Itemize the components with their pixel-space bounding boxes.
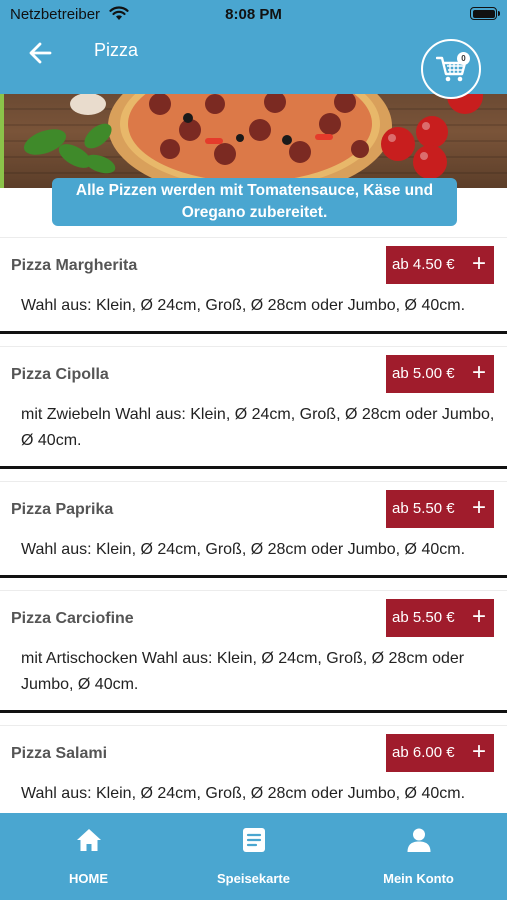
add-to-cart-button[interactable]: ab 5.50 € + — [386, 490, 494, 528]
item-description: Wahl aus: Klein, Ø 24cm, Groß, Ø 28cm od… — [21, 297, 466, 314]
page-title: Pizza — [94, 40, 139, 60]
info-notice-banner: Alle Pizzen werden mit Tomatensauce, Käs… — [52, 178, 457, 226]
item-name: Pizza Paprika — [11, 501, 114, 518]
home-icon — [77, 829, 101, 851]
tab-mein-konto[interactable]: Mein Konto — [334, 813, 503, 900]
price-label: ab 4.50 € — [392, 256, 455, 273]
add-to-cart-button[interactable]: ab 4.50 € + — [386, 246, 494, 284]
plus-icon: + — [471, 738, 486, 765]
price-label: ab 5.00 € — [392, 365, 455, 382]
tab-label: Speisekarte — [217, 871, 290, 886]
tab-home[interactable]: HOME — [4, 813, 173, 900]
navigation-bar: Pizza 0 — [0, 28, 507, 99]
pizza-banner-image — [0, 94, 507, 188]
clock: 8:08 PM — [225, 6, 282, 23]
menu-document-icon — [243, 828, 265, 852]
price-label: ab 6.00 € — [392, 744, 455, 761]
tab-label: HOME — [69, 871, 108, 886]
item-name: Pizza Margherita — [11, 257, 138, 274]
back-button[interactable] — [26, 38, 56, 68]
item-name: Pizza Salami — [11, 745, 108, 762]
item-description: Wahl aus: Klein, Ø 24cm, Groß, Ø 28cm od… — [21, 785, 466, 802]
add-to-cart-button[interactable]: ab 5.00 € + — [386, 355, 494, 393]
plus-icon: + — [471, 250, 486, 277]
tab-speisekarte[interactable]: Speisekarte — [169, 813, 338, 900]
item-description: Wahl aus: Klein, Ø 24cm, Groß, Ø 28cm od… — [21, 541, 466, 558]
price-label: ab 5.50 € — [392, 609, 455, 626]
menu-item-card[interactable]: Pizza Carciofine ab 5.50 € + mit Artisch… — [0, 590, 507, 713]
item-name: Pizza Cipolla — [11, 366, 109, 383]
arrow-left-icon — [29, 42, 52, 64]
plus-icon: + — [471, 359, 486, 386]
menu-item-card[interactable]: Pizza Salami ab 6.00 € + Wahl aus: Klein… — [0, 725, 507, 822]
cart-button[interactable]: 0 — [421, 39, 481, 99]
add-to-cart-button[interactable]: ab 5.50 € + — [386, 599, 494, 637]
bottom-tab-bar: HOME Speisekarte Mein Konto — [0, 813, 507, 900]
cart-count-badge: 0 — [457, 52, 470, 65]
plus-icon: + — [471, 603, 486, 630]
tab-label: Mein Konto — [383, 871, 454, 886]
price-label: ab 5.50 € — [392, 500, 455, 517]
item-description: mit Artischocken Wahl aus: Klein, Ø 24cm… — [21, 650, 465, 693]
item-description: mit Zwiebeln Wahl aus: Klein, Ø 24cm, Gr… — [21, 406, 495, 449]
status-bar: Netzbetreiber 8:08 PM — [0, 0, 507, 28]
battery-icon — [470, 7, 500, 20]
plus-icon: + — [471, 494, 486, 521]
menu-item-card[interactable]: Pizza Cipolla ab 5.00 € + mit Zwiebeln W… — [0, 346, 507, 469]
menu-item-card[interactable]: Pizza Paprika ab 5.50 € + Wahl aus: Klei… — [0, 481, 507, 578]
user-icon — [407, 828, 431, 852]
item-name: Pizza Carciofine — [11, 610, 134, 627]
add-to-cart-button[interactable]: ab 6.00 € + — [386, 734, 494, 772]
menu-item-card[interactable]: Pizza Margherita ab 4.50 € + Wahl aus: K… — [0, 237, 507, 334]
